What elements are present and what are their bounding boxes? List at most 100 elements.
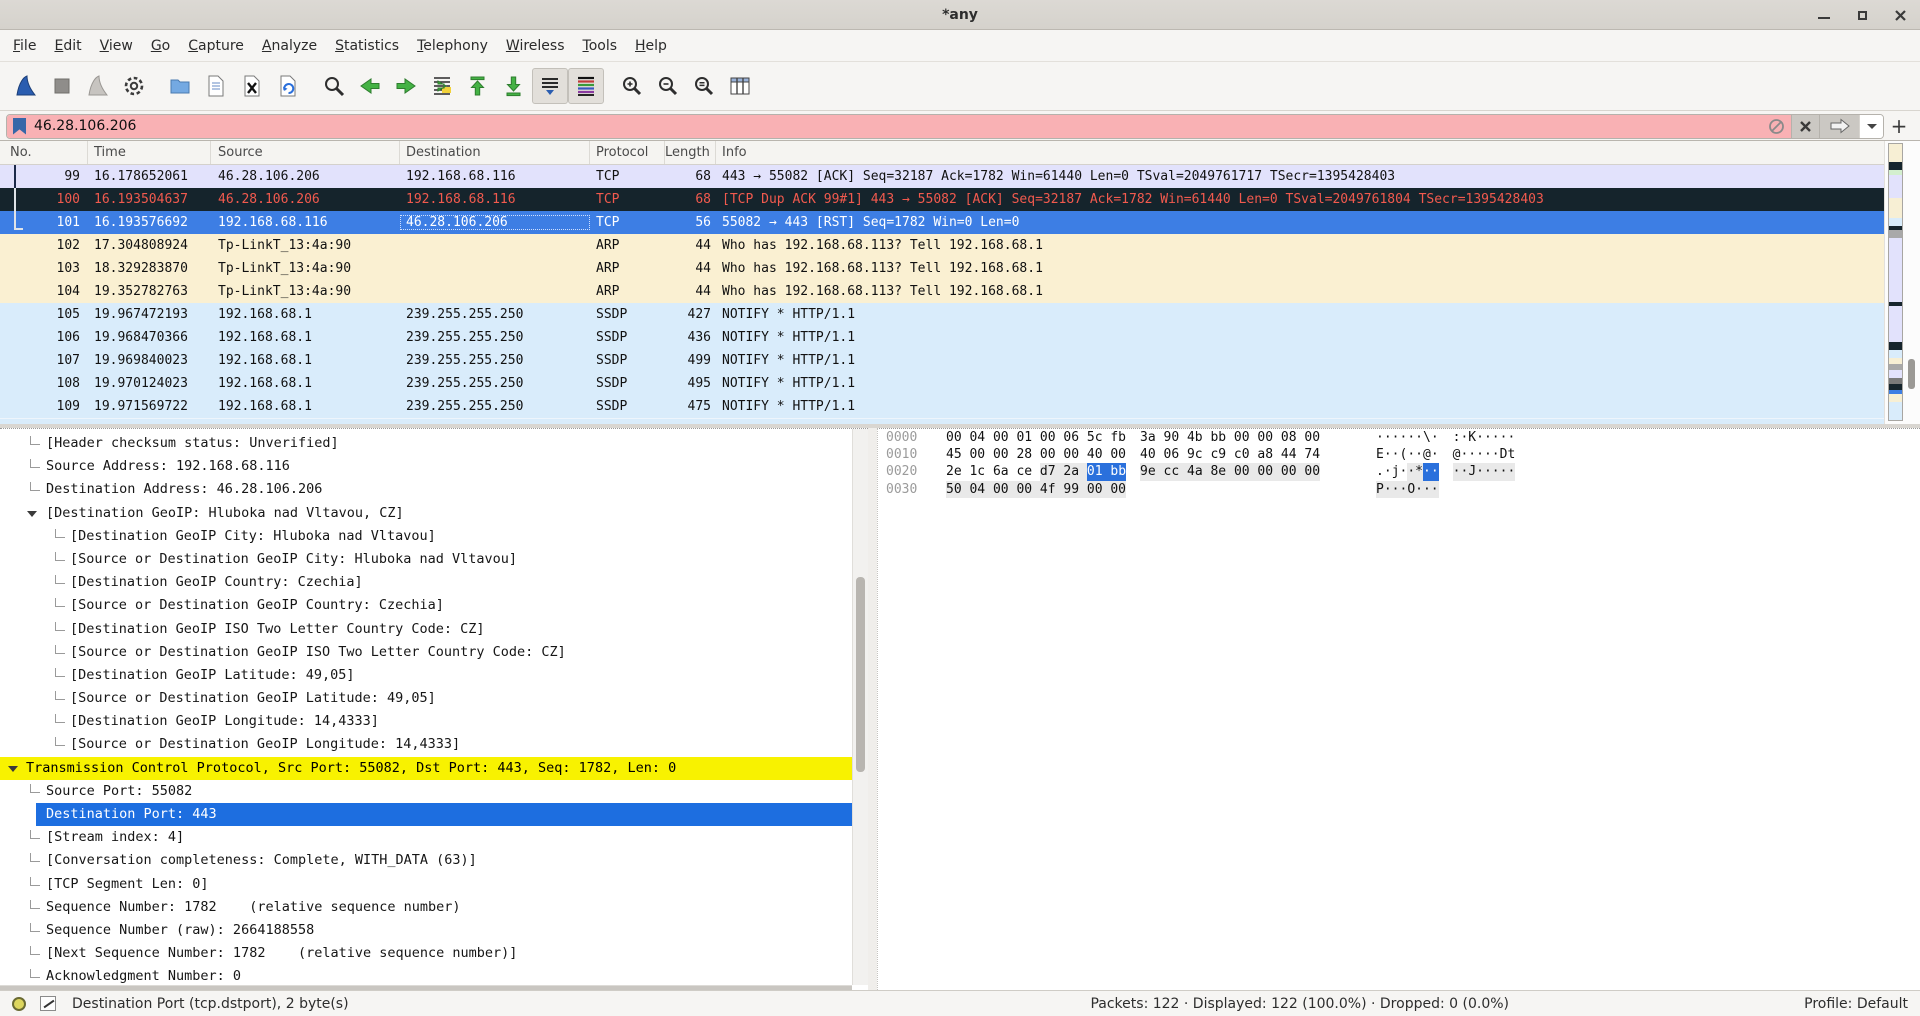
detail-line[interactable]: Sequence Number: 1782 (relative sequence…	[0, 896, 852, 919]
packet-minimap[interactable]	[1888, 143, 1903, 421]
details-scrollbar[interactable]	[852, 429, 868, 985]
capture-options-button[interactable]	[116, 68, 152, 104]
packet-row-105[interactable]: 105 19.967472193 192.168.68.1 239.255.25…	[0, 303, 1920, 326]
restart-capture-button[interactable]	[80, 68, 116, 104]
packet-row-102[interactable]: 102 17.304808924 Tp-LinkT_13:4a:90 ARP 4…	[0, 234, 1920, 257]
menu-tools[interactable]: Tools	[574, 34, 627, 58]
detail-line[interactable]: [Source or Destination GeoIP Longitude: …	[0, 733, 852, 756]
filter-value[interactable]: 46.28.106.206	[34, 118, 136, 134]
col-header-no[interactable]: No.	[0, 141, 88, 164]
detail-line[interactable]: Destination Address: 46.28.106.206	[0, 478, 852, 501]
hex-row[interactable]: 0010 45 00 00 28 00 00 40 00 40 06 9c c9…	[878, 446, 1920, 463]
zoom-out-button[interactable]	[650, 68, 686, 104]
hex-row[interactable]: 0030 50 04 00 00 4f 99 00 00 P···O···	[878, 481, 1920, 498]
close-file-button[interactable]	[234, 68, 270, 104]
menu-telephony[interactable]: Telephony	[408, 34, 497, 58]
menu-go[interactable]: Go	[142, 34, 179, 58]
detail-line[interactable]: [Destination GeoIP ISO Two Letter Countr…	[0, 618, 852, 641]
packet-row-101-selected[interactable]: 101 16.193576692 192.168.68.116 46.28.10…	[0, 211, 1920, 234]
menu-edit[interactable]: Edit	[45, 34, 90, 58]
go-forward-button[interactable]	[388, 68, 424, 104]
detail-line[interactable]: [Destination GeoIP City: Hluboka nad Vlt…	[0, 525, 852, 548]
maximize-button[interactable]	[1850, 3, 1874, 27]
hex-row[interactable]: 0000 00 04 00 01 00 06 5c fb 3a 90 4b bb…	[878, 429, 1920, 446]
menu-statistics[interactable]: Statistics	[326, 34, 408, 58]
detail-line[interactable]: [Source or Destination GeoIP City: Hlubo…	[0, 548, 852, 571]
remove-filter-button[interactable]	[1791, 115, 1819, 138]
detail-line[interactable]: [Source or Destination GeoIP ISO Two Let…	[0, 641, 852, 664]
resize-columns-button[interactable]	[722, 68, 758, 104]
save-file-button[interactable]	[198, 68, 234, 104]
menu-help[interactable]: Help	[626, 34, 676, 58]
close-button[interactable]	[1888, 3, 1912, 27]
expander-icon[interactable]	[27, 511, 37, 517]
detail-line[interactable]: [Header checksum status: Unverified]	[0, 432, 852, 455]
vertical-splitter[interactable]	[868, 428, 877, 990]
detail-line[interactable]: Source Address: 192.168.68.116	[0, 455, 852, 478]
filter-dropdown-button[interactable]	[1859, 115, 1883, 138]
col-header-time[interactable]: Time	[88, 141, 211, 164]
detail-line-expandable[interactable]: [Destination GeoIP: Hluboka nad Vltavou,…	[0, 502, 852, 525]
packet-row-103[interactable]: 103 18.329283870 Tp-LinkT_13:4a:90 ARP 4…	[0, 257, 1920, 280]
profile-status[interactable]: Profile: Default	[1804, 996, 1908, 1012]
open-file-button[interactable]	[162, 68, 198, 104]
scrollbar-handle[interactable]	[1908, 359, 1915, 389]
packet-row-106[interactable]: 106 19.968470366 192.168.68.1 239.255.25…	[0, 326, 1920, 349]
menu-capture[interactable]: Capture	[179, 34, 253, 58]
expert-info-icon[interactable]	[12, 997, 26, 1011]
menu-view[interactable]: View	[91, 34, 142, 58]
find-packet-button[interactable]	[316, 68, 352, 104]
col-header-destination[interactable]: Destination	[400, 141, 590, 164]
detail-line[interactable]: [Destination GeoIP Latitude: 49,05]	[0, 664, 852, 687]
detail-line[interactable]: [Source or Destination GeoIP Country: Cz…	[0, 594, 852, 617]
detail-line[interactable]: Sequence Number (raw): 2664188558	[0, 919, 852, 942]
go-back-button[interactable]	[352, 68, 388, 104]
colorize-packets-button[interactable]	[568, 68, 604, 104]
expander-icon[interactable]	[8, 766, 18, 772]
go-to-bottom-button[interactable]	[496, 68, 532, 104]
apply-arrow-icon	[1829, 118, 1851, 134]
detail-line[interactable]: [TCP Segment Len: 0]	[0, 873, 852, 896]
menu-analyze[interactable]: Analyze	[253, 34, 326, 58]
detail-line-selected[interactable]: Destination Port: 443	[36, 803, 852, 826]
start-capture-button[interactable]	[8, 68, 44, 104]
packet-row-108[interactable]: 108 19.970124023 192.168.68.1 239.255.25…	[0, 372, 1920, 395]
detail-line[interactable]: [Destination GeoIP Country: Czechia]	[0, 571, 852, 594]
go-to-packet-button[interactable]	[424, 68, 460, 104]
detail-line[interactable]: [Destination GeoIP Longitude: 14,4333]	[0, 710, 852, 733]
detail-line[interactable]: Source Port: 55082	[0, 780, 852, 803]
apply-filter-button[interactable]	[1819, 115, 1859, 138]
detail-line[interactable]: [Conversation completeness: Complete, WI…	[0, 849, 852, 872]
menu-wireless[interactable]: Wireless	[497, 34, 574, 58]
menu-file[interactable]: File	[4, 34, 45, 58]
stop-capture-button[interactable]	[44, 68, 80, 104]
bookmark-icon[interactable]	[13, 118, 26, 135]
go-to-top-button[interactable]	[460, 68, 496, 104]
minimize-button[interactable]	[1812, 3, 1836, 27]
packet-row-109[interactable]: 109 19.971569722 192.168.68.1 239.255.25…	[0, 395, 1920, 418]
auto-scroll-button[interactable]	[532, 68, 568, 104]
packet-row-107[interactable]: 107 19.969840023 192.168.68.1 239.255.25…	[0, 349, 1920, 372]
clear-filter-icon[interactable]	[1768, 118, 1785, 135]
col-header-source[interactable]: Source	[211, 141, 400, 164]
col-header-length[interactable]: Length	[665, 141, 716, 164]
hex-row[interactable]: 0020 2e 1c 6a ce d7 2a 01 bb 9e cc 4a 8e…	[878, 463, 1920, 480]
add-filter-button[interactable]: +	[1884, 114, 1914, 138]
packet-row-100[interactable]: 100 16.193504637 46.28.106.206 192.168.6…	[0, 188, 1920, 211]
detail-line[interactable]: [Source or Destination GeoIP Latitude: 4…	[0, 687, 852, 710]
zoom-in-button[interactable]	[614, 68, 650, 104]
display-filter-input[interactable]: 46.28.106.206	[6, 114, 1884, 139]
reload-file-button[interactable]	[270, 68, 306, 104]
packet-list-scrollbar[interactable]	[1884, 141, 1920, 424]
zoom-original-button[interactable]	[686, 68, 722, 104]
col-header-protocol[interactable]: Protocol	[590, 141, 665, 164]
capture-comment-icon[interactable]	[40, 996, 56, 1011]
details-scrollbar-handle[interactable]	[856, 577, 865, 772]
col-header-info[interactable]: Info	[716, 141, 1920, 164]
detail-line[interactable]: [Stream index: 4]	[0, 826, 852, 849]
detail-line-tcp-header[interactable]: Transmission Control Protocol, Src Port:…	[0, 757, 852, 780]
packet-row-104[interactable]: 104 19.352782763 Tp-LinkT_13:4a:90 ARP 4…	[0, 280, 1920, 303]
resize-columns-icon	[728, 74, 752, 98]
detail-line[interactable]: [Next Sequence Number: 1782 (relative se…	[0, 942, 852, 965]
packet-row-99[interactable]: 99 16.178652061 46.28.106.206 192.168.68…	[0, 165, 1920, 188]
